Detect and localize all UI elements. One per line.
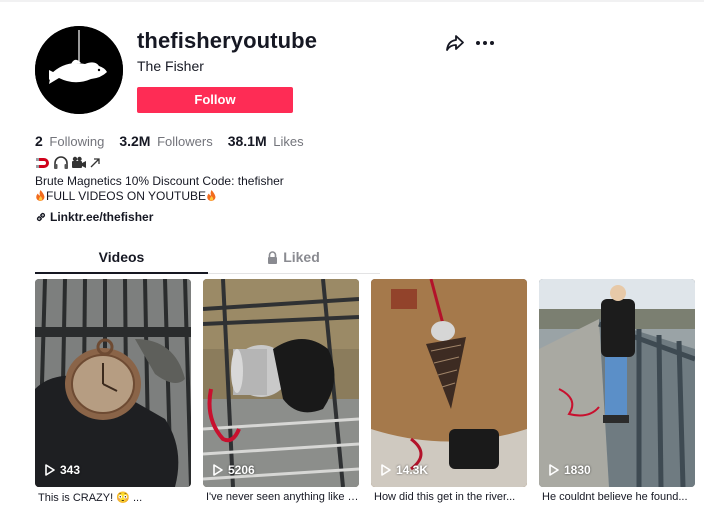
play-icon [213,464,223,476]
profile-tabs: Videos Liked [35,244,380,274]
video-card[interactable]: 5206 I've never seen anything like this.… [203,279,359,503]
stat-following-value: 2 [35,133,43,149]
view-count-text: 5206 [228,463,255,477]
profile-link[interactable]: Linktr.ee/thefisher [35,210,153,224]
video-card[interactable]: 1830 He couldnt believe he found... [539,279,695,503]
bio-line-2-text: FULL VIDEOS ON YOUTUBE [46,189,207,203]
stat-following-label: Following [49,134,105,149]
follow-button[interactable]: Follow [137,87,293,113]
video-caption[interactable]: He couldnt believe he found... [539,491,695,503]
video-card[interactable]: 14.3K How did this get in the river... [371,279,527,503]
stat-likes-value: 38.1M [227,133,267,149]
video-caption[interactable]: I've never seen anything like this... [203,491,359,503]
avatar[interactable] [35,26,123,114]
view-count: 5206 [213,463,255,477]
river-object-thumbnail [371,279,527,487]
stat-likes-label: Likes [273,134,304,149]
view-count-text: 14.3K [396,463,429,477]
share-icon [446,35,464,51]
video-thumbnail[interactable]: 5206 [203,279,359,487]
share-button[interactable] [444,32,466,54]
profile-username: thefisheryoutube [137,28,318,53]
fire-icon [36,189,45,201]
video-thumbnail[interactable]: 343 [35,279,191,487]
stat-following[interactable]: 2 Following [35,133,104,149]
headphones-icon [54,156,68,169]
video-card[interactable]: 343 This is CRAZY! 😳 ... [35,279,191,504]
play-icon [45,464,55,476]
fish-logo-icon [35,26,123,114]
arrow-up-right-icon [90,158,100,168]
bio-emoji-row [35,155,101,171]
bio-line-2: FULL VIDEOS ON YOUTUBE [35,189,217,203]
lock-icon [268,251,278,264]
video-caption[interactable]: How did this get in the river... [371,491,527,503]
tab-liked[interactable]: Liked [207,244,380,273]
profile-link-text: Linktr.ee/thefisher [50,210,154,224]
view-count: 1830 [549,463,591,477]
link-icon [36,212,46,222]
view-count: 14.3K [381,463,428,477]
stat-followers-label: Followers [157,134,213,149]
profile-stats: 2 Following 3.2M Followers 38.1M Likes [35,133,319,149]
pocket-watch-thumbnail [35,279,191,487]
video-caption[interactable]: This is CRAZY! 😳 ... [35,491,191,504]
view-count-text: 1830 [564,463,591,477]
bridge-fisher-thumbnail [539,279,695,487]
profile-nickname: The Fisher [137,58,204,74]
bio-line-1: Brute Magnetics 10% Discount Code: thefi… [35,174,284,188]
view-count-text: 343 [60,463,81,477]
tab-liked-label: Liked [283,249,320,265]
top-divider [0,0,704,2]
view-count: 343 [45,463,80,477]
play-icon [549,464,559,476]
stat-likes: 38.1M Likes [228,133,304,149]
stat-followers[interactable]: 3.2M Followers [119,133,212,149]
video-camera-icon [72,156,86,168]
tab-videos[interactable]: Videos [35,244,208,274]
video-thumbnail[interactable]: 1830 [539,279,695,487]
fire-icon [207,189,216,201]
magnet-icon [36,158,49,168]
more-options-button[interactable] [474,32,496,54]
stat-followers-value: 3.2M [119,133,151,149]
more-dots-icon [476,41,494,45]
magnet-catch-thumbnail [203,279,359,487]
play-icon [381,464,391,476]
video-thumbnail[interactable]: 14.3K [371,279,527,487]
